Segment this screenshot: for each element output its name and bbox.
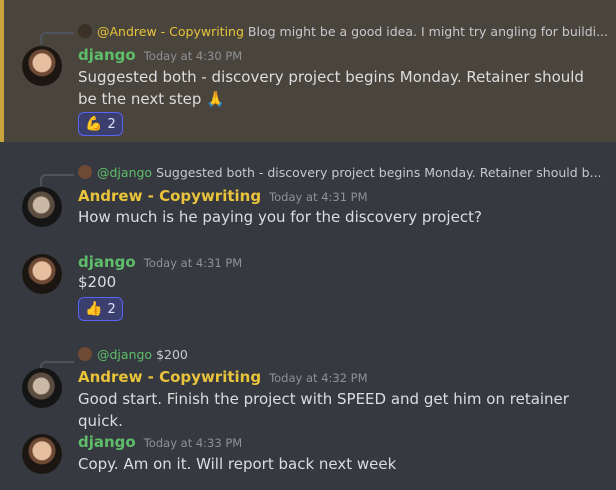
message-header: Andrew - Copywriting Today at 4:31 PM: [78, 187, 368, 205]
message-text: Suggested both - discovery project begin…: [78, 66, 598, 110]
timestamp: Today at 4:33 PM: [143, 436, 243, 450]
reply-spine: [40, 32, 74, 44]
timestamp: Today at 4:30 PM: [143, 49, 243, 63]
author-name[interactable]: Andrew - Copywriting: [78, 368, 261, 386]
author-name[interactable]: django: [78, 253, 136, 271]
message-body: Suggested both - discovery project begin…: [78, 68, 584, 108]
reply-avatar: [78, 347, 92, 361]
pray-emoji: 🙏: [206, 90, 225, 108]
avatar[interactable]: [22, 46, 62, 86]
avatar[interactable]: [22, 368, 62, 408]
message-highlighted[interactable]: @Andrew - Copywriting Blog might be a go…: [0, 0, 616, 142]
avatar[interactable]: [22, 434, 62, 474]
avatar[interactable]: [22, 254, 62, 294]
message-header: django Today at 4:30 PM: [78, 46, 242, 64]
author-name[interactable]: django: [78, 46, 136, 64]
message[interactable]: @django $200 Andrew - Copywriting Today …: [0, 342, 616, 430]
reply-author[interactable]: @django: [97, 165, 152, 180]
message-text: How much is he paying you for the discov…: [78, 208, 482, 226]
reply-spine: [40, 174, 74, 186]
message-header: Andrew - Copywriting Today at 4:32 PM: [78, 368, 368, 386]
reaction-button[interactable]: 💪 2: [78, 112, 123, 136]
message-text: Copy. Am on it. Will report back next we…: [78, 455, 397, 473]
reply-preview[interactable]: @Andrew - Copywriting Blog might be a go…: [78, 22, 608, 40]
reply-avatar: [78, 24, 92, 38]
message-header: django Today at 4:33 PM: [78, 433, 242, 451]
reaction-button[interactable]: 👍 2: [78, 297, 123, 321]
reply-author[interactable]: @django: [97, 347, 152, 362]
chat-message-list: @Andrew - Copywriting Blog might be a go…: [0, 0, 616, 490]
reply-preview[interactable]: @django $200: [78, 345, 188, 363]
message-header: django Today at 4:31 PM: [78, 253, 242, 271]
reaction-count: 2: [107, 301, 116, 317]
reply-author[interactable]: @Andrew - Copywriting: [97, 24, 244, 39]
flexed-biceps-icon: 💪: [85, 116, 103, 132]
reply-text: Suggested both - discovery project begin…: [156, 164, 602, 180]
author-name[interactable]: Andrew - Copywriting: [78, 187, 261, 205]
reply-text: $200: [156, 346, 188, 362]
message[interactable]: @django Suggested both - discovery proje…: [0, 142, 616, 242]
thumbs-up-icon: 👍: [85, 301, 103, 317]
reply-avatar: [78, 165, 92, 179]
message[interactable]: django Today at 4:31 PM $200 👍 2: [0, 242, 616, 342]
message-text: $200: [78, 273, 117, 291]
reply-preview[interactable]: @django Suggested both - discovery proje…: [78, 163, 602, 181]
reply-text: Blog might be a good idea. I might try a…: [247, 23, 609, 39]
avatar[interactable]: [22, 187, 62, 227]
timestamp: Today at 4:31 PM: [143, 256, 243, 270]
timestamp: Today at 4:31 PM: [269, 190, 368, 204]
author-name[interactable]: django: [78, 433, 136, 451]
reaction-count: 2: [107, 116, 116, 132]
message[interactable]: django Today at 4:33 PM Copy. Am on it. …: [0, 422, 616, 490]
timestamp: Today at 4:32 PM: [269, 371, 368, 385]
